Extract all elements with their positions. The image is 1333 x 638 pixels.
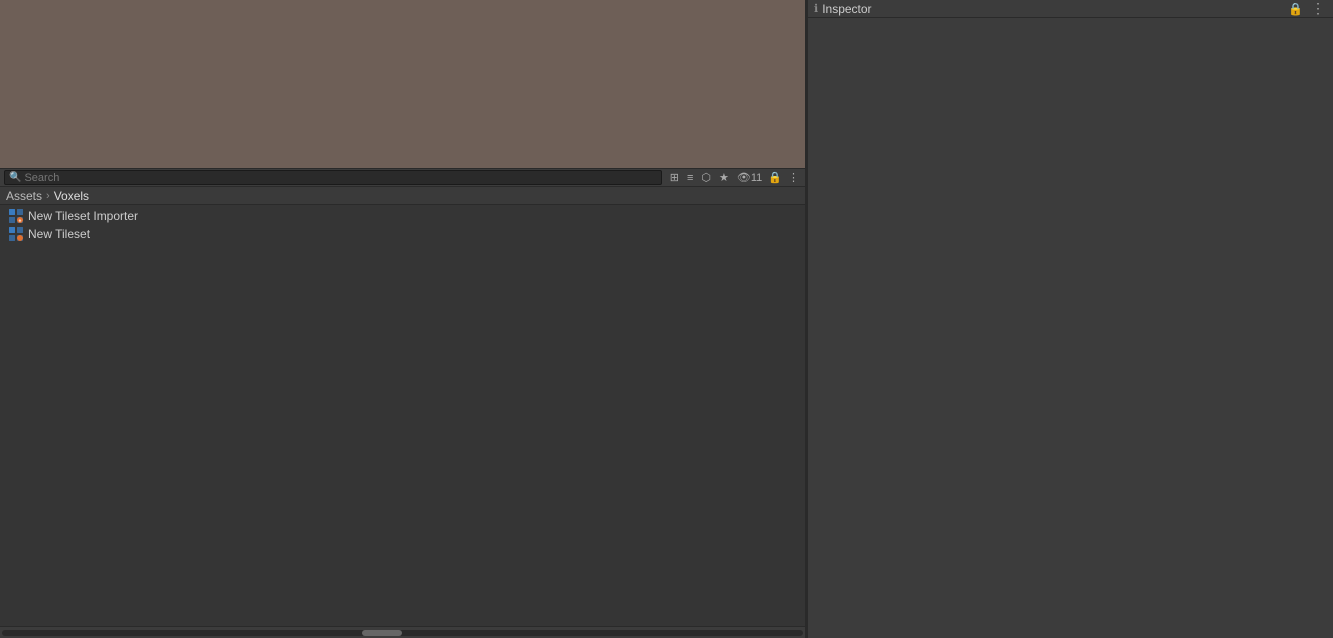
grid-view-button[interactable]: ⊞ <box>668 170 681 185</box>
tileset-importer-icon: + <box>8 208 24 224</box>
project-toolbar: 🔍 ⊞ ≡ ⬡ ★ 👁11 🔒 ⋮ <box>0 168 805 187</box>
inspector-header: ℹ Inspector 🔒 ⋮ <box>808 0 1333 18</box>
inspector-title-area: ℹ Inspector <box>814 2 872 16</box>
file-name-tileset: New Tileset <box>28 227 90 241</box>
toolbar-left: 🔍 <box>4 170 662 185</box>
breadcrumb-current: Voxels <box>54 189 89 203</box>
inspector-more-icon: ⋮ <box>1311 0 1325 17</box>
more-menu-button[interactable]: ⋮ <box>786 170 801 185</box>
file-item-new-tileset-importer[interactable]: + New Tileset Importer <box>0 207 805 225</box>
grid-icon: ⊞ <box>670 171 679 184</box>
toolbar-right: ⊞ ≡ ⬡ ★ 👁11 🔒 ⋮ <box>668 170 801 185</box>
search-input[interactable] <box>24 172 656 184</box>
star-icon: ★ <box>719 171 729 184</box>
lock-icon: 🔒 <box>768 171 782 184</box>
inspector-lock-icon: 🔒 <box>1288 2 1303 16</box>
left-panel: 🔍 ⊞ ≡ ⬡ ★ 👁11 🔒 ⋮ <box>0 0 805 638</box>
breadcrumb: Assets › Voxels <box>0 187 805 205</box>
filter-button[interactable]: ⬡ <box>699 170 713 185</box>
breadcrumb-root[interactable]: Assets <box>6 189 42 203</box>
inspector-info-icon: ℹ <box>814 2 818 15</box>
file-item-new-tileset[interactable]: New Tileset <box>0 225 805 243</box>
scrollbar-track[interactable] <box>2 630 803 636</box>
inspector-panel: ℹ Inspector 🔒 ⋮ <box>807 0 1333 638</box>
breadcrumb-separator: › <box>46 190 50 202</box>
item-count: 11 <box>751 172 762 184</box>
search-icon: 🔍 <box>9 172 21 183</box>
inspector-header-right: 🔒 ⋮ <box>1288 0 1327 18</box>
svg-text:+: + <box>19 219 22 225</box>
filter-icon: ⬡ <box>701 171 711 184</box>
file-name-tileset-importer: New Tileset Importer <box>28 209 138 223</box>
eye-count-button[interactable]: 👁11 <box>735 170 764 185</box>
horizontal-scrollbar[interactable] <box>0 626 805 638</box>
star-button[interactable]: ★ <box>717 170 731 185</box>
scene-view <box>0 0 805 168</box>
inspector-body <box>808 18 1333 638</box>
file-list: + New Tileset Importer New Tileset <box>0 205 805 626</box>
more-icon: ⋮ <box>788 171 799 184</box>
tileset-icon <box>8 226 24 242</box>
list-icon: ≡ <box>687 172 693 184</box>
list-view-button[interactable]: ≡ <box>685 171 695 185</box>
inspector-title: Inspector <box>822 2 871 16</box>
search-container[interactable]: 🔍 <box>4 170 662 185</box>
eye-icon: 👁 <box>737 171 751 184</box>
scrollbar-thumb[interactable] <box>362 630 402 636</box>
inspector-menu-button[interactable]: ⋮ <box>1309 0 1327 18</box>
